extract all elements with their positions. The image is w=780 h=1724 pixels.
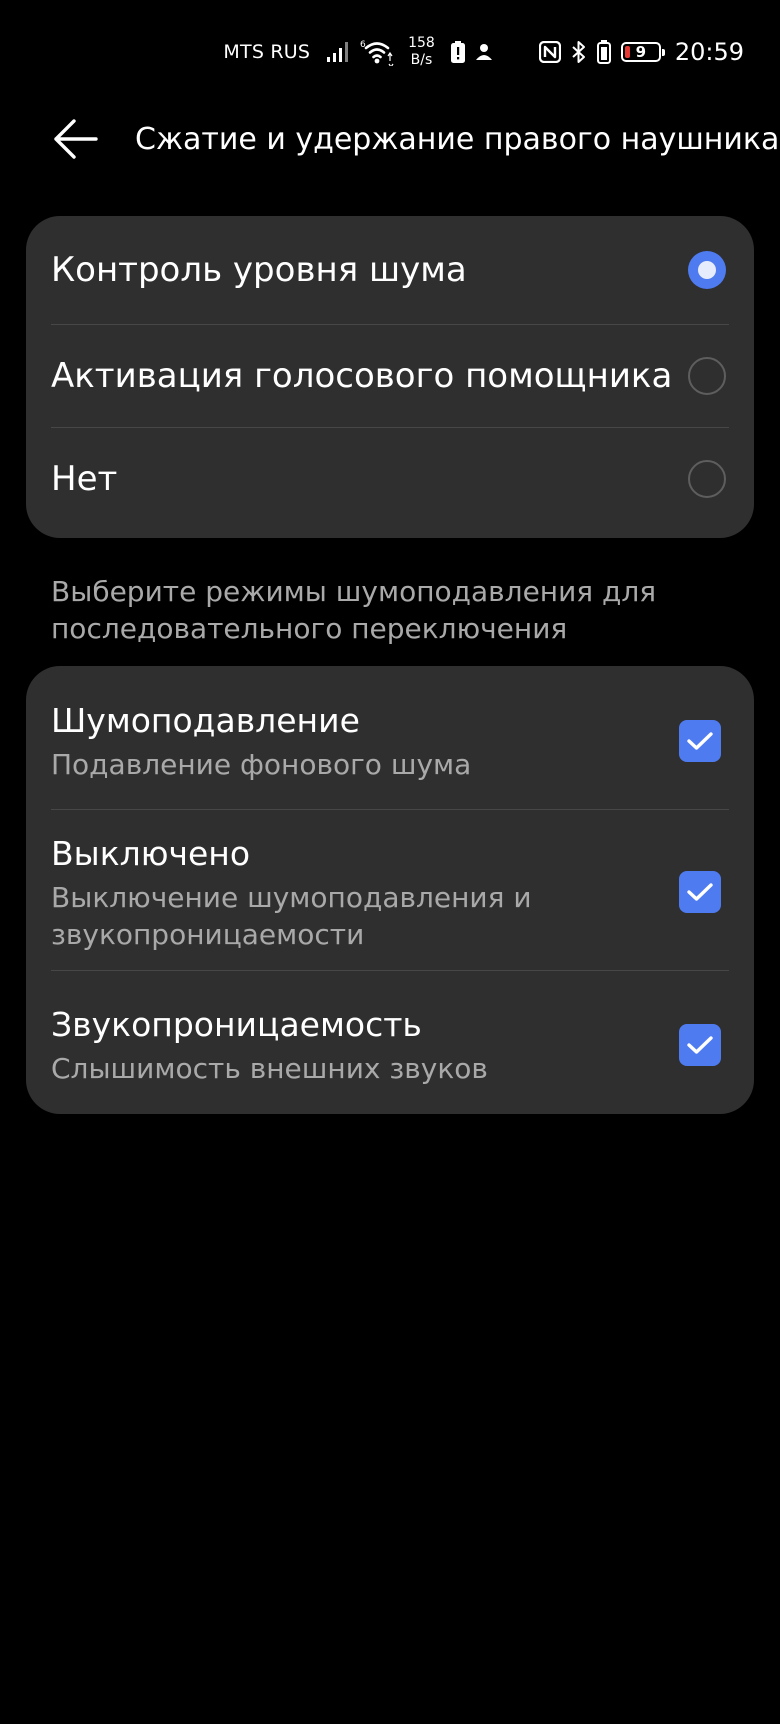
mode-text: Выключено Выключение шумоподавления и зв…	[51, 831, 611, 953]
radio-selected[interactable]	[688, 251, 726, 289]
bluetooth-icon	[571, 40, 587, 64]
option-label: Контроль уровня шума	[51, 250, 467, 290]
mode-title: Шумоподавление	[51, 701, 360, 740]
battery-indicator: 9	[620, 42, 665, 62]
option-none[interactable]: Нет	[51, 428, 729, 530]
earbuds-battery-icon	[596, 40, 611, 64]
option-noise-control[interactable]: Контроль уровня шума	[51, 216, 729, 324]
mode-title: Звукопроницаемость	[51, 1005, 422, 1044]
mode-transparency[interactable]: Звукопроницаемость Слышимость внешних зв…	[51, 971, 729, 1114]
radio-unselected[interactable]	[688, 357, 726, 395]
status-bar: MTS RUS 6 158 B/s 9 20:59	[223, 32, 744, 72]
arrow-left-icon	[54, 119, 98, 159]
cellular-signal-icon	[326, 41, 350, 63]
network-speed-value: 158	[408, 35, 435, 51]
back-button[interactable]	[50, 116, 100, 162]
carrier-name: MTS RUS	[223, 41, 311, 63]
option-label: Активация голосового помощника	[51, 356, 673, 396]
mode-text: Звукопроницаемость Слышимость внешних зв…	[51, 1002, 488, 1087]
check-icon	[687, 883, 713, 901]
mode-off[interactable]: Выключено Выключение шумоподавления и зв…	[51, 810, 729, 970]
option-voice-assistant[interactable]: Активация голосового помощника	[51, 325, 729, 427]
check-icon	[687, 1035, 713, 1054]
page-title: Сжатие и удержание правого наушника	[135, 122, 780, 157]
clock: 20:59	[674, 38, 744, 66]
wifi-icon: 6	[360, 38, 394, 66]
mode-checkbox[interactable]	[679, 871, 721, 913]
option-label: Нет	[51, 459, 118, 499]
check-icon	[687, 731, 713, 750]
battery-fill	[624, 46, 630, 58]
mode-title: Выключено	[51, 834, 251, 873]
radio-unselected[interactable]	[688, 460, 726, 498]
battery-level: 9	[635, 42, 647, 61]
modes-section-caption: Выберите режимы шумоподавления для после…	[51, 575, 657, 645]
noise-modes-card: Шумоподавление Подавление фонового шума …	[26, 666, 754, 1114]
mode-checkbox[interactable]	[679, 1023, 721, 1066]
mode-subtitle: Подавление фонового шума	[51, 748, 472, 781]
mode-text: Шумоподавление Подавление фонового шума	[51, 698, 471, 783]
action-options-card: Контроль уровня шума Активация голосовог…	[26, 216, 754, 538]
mode-noise-cancellation[interactable]: Шумоподавление Подавление фонового шума	[51, 666, 729, 809]
person-icon	[475, 43, 493, 61]
mode-subtitle: Слышимость внешних звуков	[51, 1052, 488, 1085]
battery-alert-icon	[450, 41, 465, 63]
nfc-icon	[538, 41, 561, 63]
mode-checkbox[interactable]	[679, 719, 721, 762]
network-speed-unit: B/s	[410, 52, 433, 68]
mode-subtitle: Выключение шумоподавления и звукопроница…	[51, 881, 532, 951]
network-speed: 158 B/s	[408, 35, 435, 69]
